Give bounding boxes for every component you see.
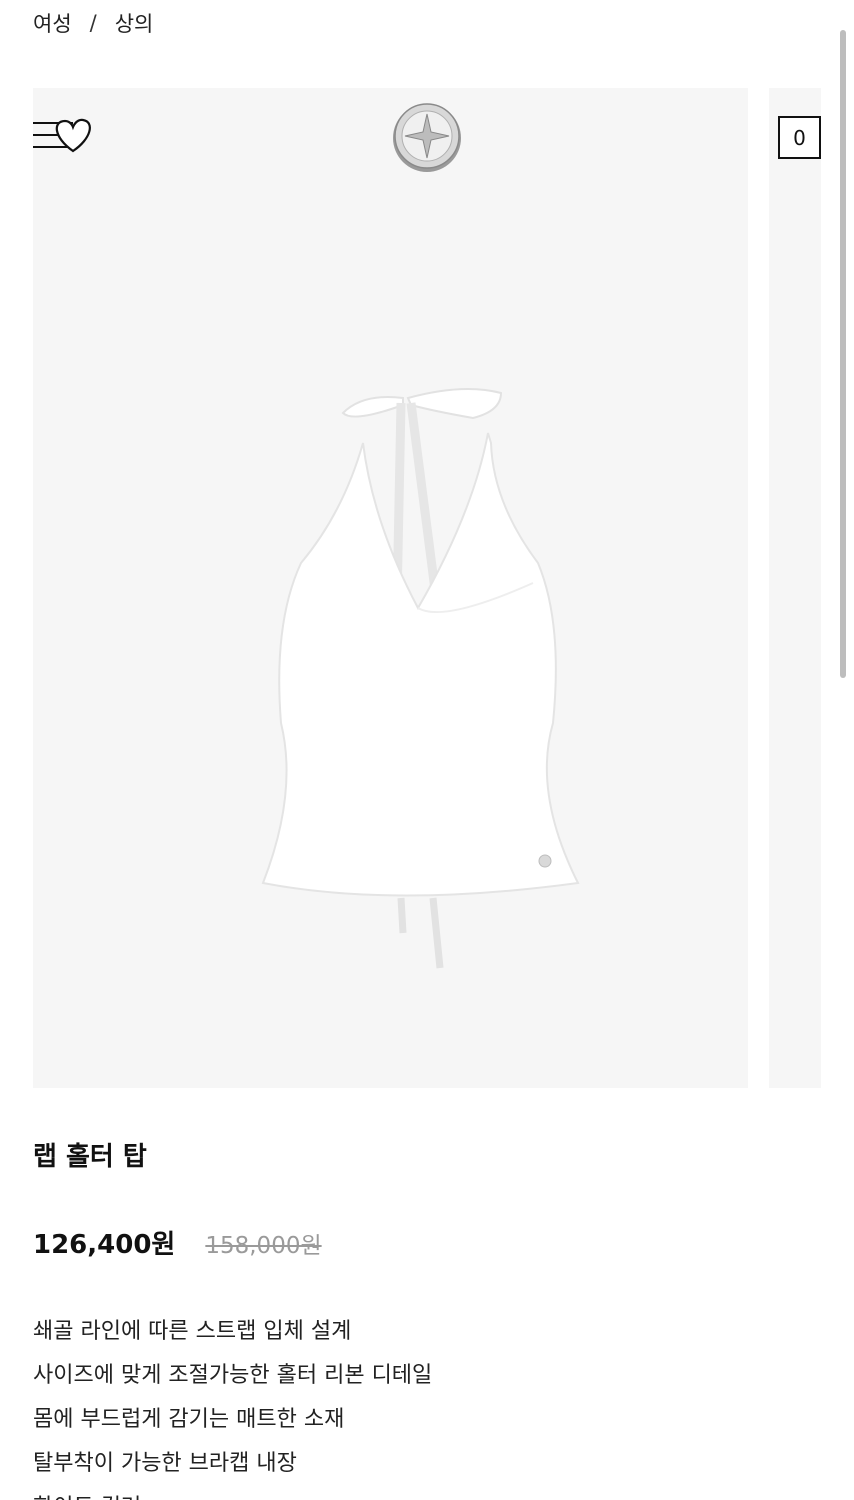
product-detail-page: 여성 / 상의 0 랩 홀터 탑 126,400원 158,000원 쇄골 라인… (0, 0, 854, 1500)
description-line: 탈부착이 가능한 브라캡 내장 (33, 1451, 297, 1476)
breadcrumb-item-women[interactable]: 여성 (33, 8, 72, 38)
breadcrumb-separator: / (89, 11, 97, 35)
product-image-main[interactable] (33, 88, 748, 1088)
price-row: 126,400원 158,000원 (33, 1224, 322, 1261)
breadcrumb-item-tops[interactable]: 상의 (115, 8, 154, 38)
product-photo (261, 388, 580, 969)
description-line: 쇄골 라인에 따른 스트랩 입체 설계 (33, 1319, 352, 1344)
description-line: 화이트 컬러 (33, 1486, 432, 1500)
sale-price: 126,400원 (33, 1230, 176, 1260)
product-image-next[interactable] (769, 88, 821, 1088)
menu-wishlist-icon[interactable] (33, 115, 95, 157)
cart-count-badge[interactable]: 0 (778, 116, 821, 159)
description-line: 몸에 부드럽게 감기는 매트한 소재 (33, 1407, 345, 1432)
original-price: 158,000원 (205, 1233, 322, 1259)
product-description: 쇄골 라인에 따른 스트랩 입체 설계 사이즈에 맞게 조절가능한 홀터 리본 … (33, 1310, 432, 1500)
breadcrumb: 여성 / 상의 (33, 8, 153, 38)
page-scrollbar[interactable] (840, 30, 846, 678)
description-line: 사이즈에 맞게 조절가능한 홀터 리본 디테일 (33, 1363, 433, 1388)
product-title: 랩 홀터 탑 (33, 1142, 147, 1172)
brand-logo[interactable] (391, 100, 463, 174)
